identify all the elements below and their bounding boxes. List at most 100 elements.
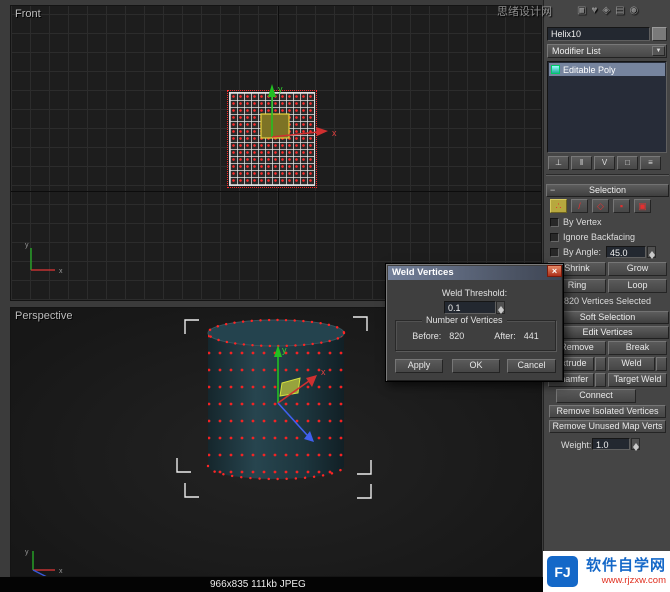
remove-unused-map-verts-button[interactable]: Remove Unused Map Verts [549,420,666,433]
by-angle-spinner[interactable] [647,246,656,259]
configure-stack-button[interactable]: ≡ [640,156,661,170]
watermark-icons: ▣♥◈▤◉ [577,5,643,16]
grow-button[interactable]: Grow [608,262,667,276]
modifier-list-dropdown[interactable]: Modifier List ▼ [547,44,667,58]
before-label: Before: [412,331,442,341]
by-angle-value-field[interactable]: 45.0 [606,246,646,258]
collapse-icon: − [550,185,556,195]
weight-value-field[interactable]: 1.0 [592,438,630,450]
ignore-backfacing-label: Ignore Backfacing [563,232,636,242]
weld-threshold-label: Weld Threshold: [441,288,508,298]
watermark-diamond-icon: ◈ [602,5,616,16]
editable-poly-icon [551,65,560,74]
by-angle-checkbox-row[interactable]: By Angle: [550,247,601,257]
after-value: 441 [523,331,539,341]
group-title: Number of Vertices [422,315,507,325]
by-vertex-label: By Vertex [563,217,602,227]
chamfer-settings-button[interactable] [595,373,606,387]
ignore-backfacing-checkbox[interactable] [550,232,559,242]
weld-settings-button[interactable] [656,357,667,371]
gizmo-x-arrowhead [316,127,328,136]
front-viewport-label[interactable]: Front [15,8,41,20]
ok-button[interactable]: OK [452,359,500,373]
perspective-axis-tripod: y x [25,549,63,576]
x-axis-label: x [321,367,326,377]
logo-brand-text: 软件自学网 [585,557,666,574]
by-angle-checkbox[interactable] [550,247,559,257]
edit-vertices-rollout-header[interactable]: − Edit Vertices [546,326,669,339]
connect-button[interactable]: Connect [556,389,636,403]
status-bar: 966x835 111kb JPEG [0,577,543,592]
tripod-y-label: y [25,242,29,249]
weld-vertices-dialog: Weld Vertices × Weld Threshold: 0.1 Numb… [385,263,564,382]
watermark-dot-icon: ◉ [629,5,644,16]
loop-button[interactable]: Loop [608,279,667,293]
site-logo: FJ 软件自学网 www.rjzxw.com [543,551,670,592]
weld-threshold-field[interactable]: 0.1 [444,301,496,314]
image-info-text: 966x835 111kb JPEG [210,579,306,590]
watermark-lines-icon: ▤ [615,5,630,16]
show-end-result-button[interactable]: ‖ [571,156,592,170]
dialog-title-bar[interactable]: Weld Vertices [388,266,561,280]
dialog-title: Weld Vertices [392,267,454,278]
cylinder-object: y x [176,316,372,499]
stack-item-label: Editable Poly [563,64,616,75]
before-value: 820 [449,331,465,341]
gizmo-y-arrowhead [268,84,276,97]
object-name-field[interactable]: Helix10 [547,27,650,41]
target-weld-button[interactable]: Target Weld [608,373,667,387]
logo-url-text: www.rjzxw.com [601,575,666,586]
number-of-vertices-group: Number of Vertices Before: 820 After: 44… [395,315,556,351]
y-axis-label: y [278,84,283,94]
remove-isolated-vertices-button[interactable]: Remove Isolated Vertices [549,405,666,418]
perspective-viewport-label[interactable]: Perspective [15,310,72,322]
close-icon[interactable]: × [547,265,562,277]
object-color-swatch[interactable] [652,27,667,41]
x-axis-label: x [332,128,337,138]
edge-mode-icon[interactable]: / [571,199,588,213]
by-angle-label: By Angle: [563,247,602,257]
weight-label: Weight: [561,440,592,450]
by-vertex-checkbox-row[interactable]: By Vertex [550,217,602,227]
ignore-backfacing-checkbox-row[interactable]: Ignore Backfacing [550,232,635,242]
stack-item-editable-poly[interactable]: Editable Poly [549,63,665,76]
logo-mark-icon: FJ [547,556,578,587]
modifier-stack[interactable]: Editable Poly [547,61,667,153]
remove-modifier-button[interactable]: □ [617,156,638,170]
polygon-mode-icon[interactable]: ▪ [613,199,630,213]
apply-button[interactable]: Apply [395,359,443,373]
selection-rollout-header[interactable]: − Selection [546,184,669,197]
tripod-y-label: y [25,549,29,556]
element-mode-icon[interactable]: ▣ [634,199,651,213]
after-label: After: [494,331,516,341]
weight-spinner[interactable] [631,438,640,451]
by-vertex-checkbox[interactable] [550,217,559,227]
vertex-mode-icon[interactable]: ∴ [550,199,567,213]
cylinder-cap [207,319,345,347]
make-unique-button[interactable]: V [594,156,615,170]
front-axis-tripod: y x [25,242,63,275]
tripod-x-label: x [59,568,63,575]
weld-button[interactable]: Weld [608,357,655,371]
soft-selection-rollout-title: Soft Selection [579,312,636,322]
watermark-grid-icon: ▣ [577,5,592,16]
watermark-site-text: 思绪设计网 [497,6,552,18]
chevron-down-icon: ▼ [652,46,665,56]
break-button[interactable]: Break [608,341,667,355]
watermark-heart-icon: ♥ [591,5,603,16]
modifier-list-label: Modifier List [552,46,601,56]
extrude-settings-button[interactable] [595,357,606,371]
application-window: Front y x y x Perspective y x y x Helix1… [0,0,670,592]
panel-divider [546,174,669,176]
y-axis-label: y [282,345,287,355]
front-transform-gizmo[interactable]: y x [211,64,361,204]
gizmo-plane-handle[interactable] [260,113,290,139]
pin-stack-button[interactable]: ⊥ [548,156,569,170]
cancel-button[interactable]: Cancel [507,359,556,373]
selection-rollout-title: Selection [588,185,627,195]
border-mode-icon[interactable]: ◇ [592,199,609,213]
weld-threshold-spinner[interactable] [496,301,505,314]
front-viewport[interactable]: Front y x y x [10,5,542,301]
tripod-x-label: x [59,268,63,275]
soft-selection-rollout-header[interactable]: + Soft Selection [546,311,669,324]
